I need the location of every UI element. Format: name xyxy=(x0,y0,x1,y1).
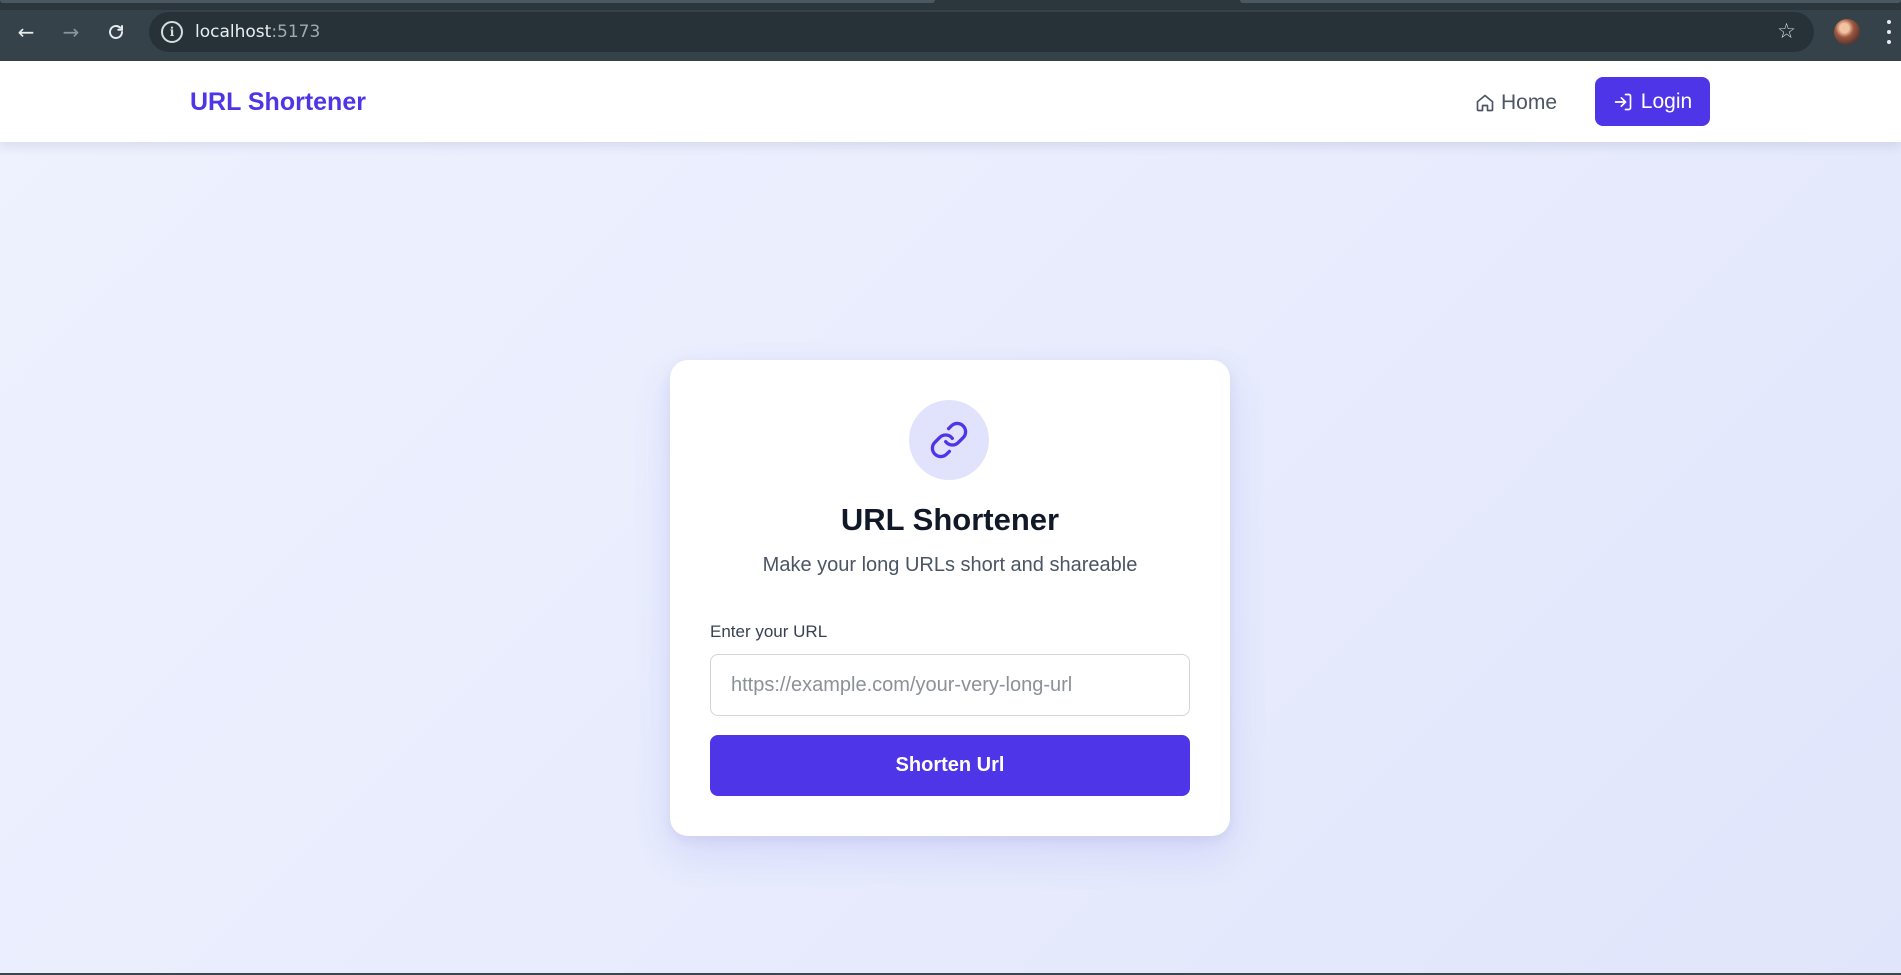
shortener-card: URL Shortener Make your long URLs short … xyxy=(670,360,1230,836)
top-navbar: URL Shortener Home Login xyxy=(0,61,1901,142)
reload-icon xyxy=(109,25,123,39)
arrow-left-icon: ← xyxy=(17,20,35,44)
tab-strip xyxy=(0,0,1901,10)
home-label: Home xyxy=(1501,91,1558,114)
login-button[interactable]: Login xyxy=(1595,77,1710,126)
login-icon xyxy=(1614,93,1632,110)
card-title: URL Shortener xyxy=(840,502,1060,537)
url-text[interactable]: localhost:5173 xyxy=(195,22,320,42)
url-input[interactable] xyxy=(710,654,1190,716)
tab-edge[interactable] xyxy=(0,0,935,3)
star-icon[interactable]: ☆ xyxy=(1777,19,1796,43)
address-bar[interactable]: i localhost:5173 ☆ xyxy=(149,12,1814,52)
home-link[interactable]: Home xyxy=(1475,89,1557,117)
back-button[interactable]: ← xyxy=(10,16,42,48)
browser-toolbar: ← → i localhost:5173 ☆ xyxy=(0,0,1901,61)
card-subtitle: Make your long URLs short and shareable xyxy=(762,554,1138,576)
forward-button[interactable]: → xyxy=(55,16,87,48)
brand-logo-text[interactable]: URL Shortener xyxy=(190,88,366,117)
link-icon-badge xyxy=(909,400,989,480)
kebab-menu-icon[interactable] xyxy=(1886,20,1892,44)
shorten-url-button[interactable]: Shorten Url xyxy=(710,735,1190,796)
login-label: Login xyxy=(1640,89,1693,113)
link-icon xyxy=(930,421,968,459)
arrow-right-icon: → xyxy=(62,20,80,44)
url-port: :5173 xyxy=(271,22,321,42)
home-icon xyxy=(1476,94,1494,112)
page-viewport: URL Shortener Home Login URL Shortener M… xyxy=(0,61,1901,973)
profile-avatar[interactable] xyxy=(1834,19,1860,45)
url-host: localhost xyxy=(195,22,272,42)
tab-edge[interactable] xyxy=(1240,0,1901,3)
url-field-label: Enter your URL xyxy=(710,622,828,641)
reload-button[interactable] xyxy=(100,16,132,48)
info-icon[interactable]: i xyxy=(161,21,183,43)
